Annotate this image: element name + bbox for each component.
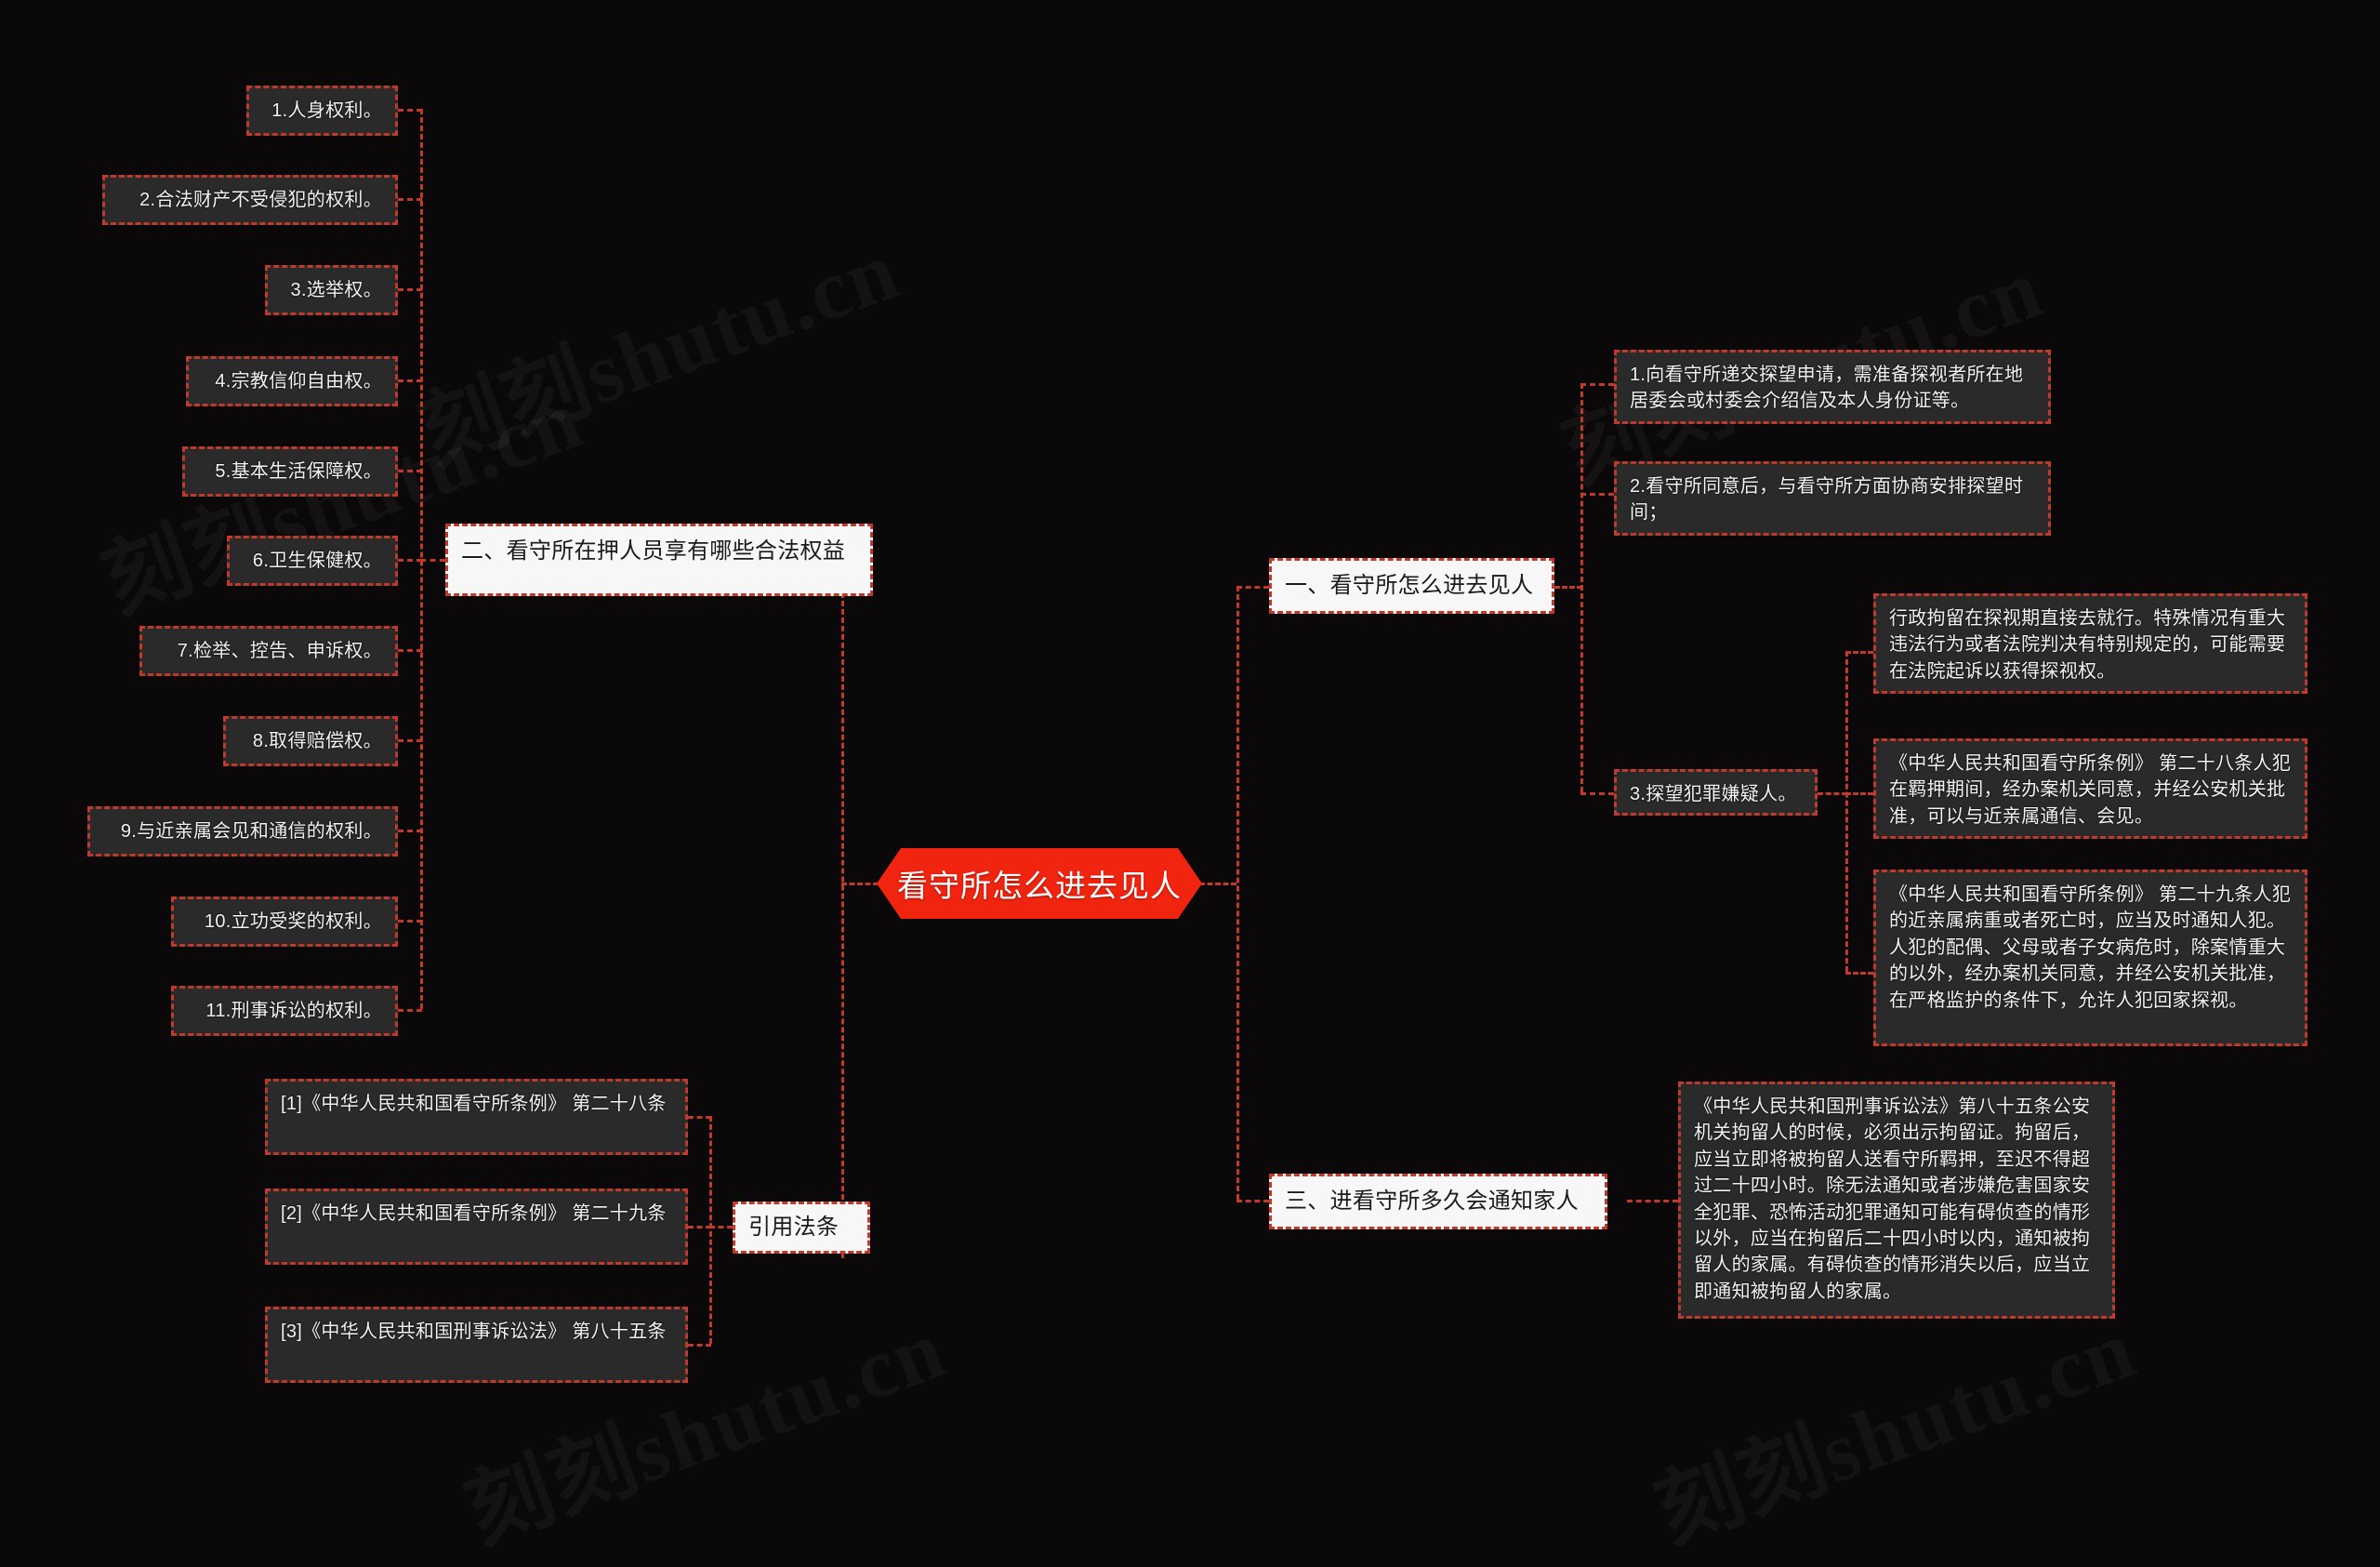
rights-item-6[interactable]: 6.卫生保健权。	[227, 536, 398, 587]
connector	[1845, 651, 1873, 654]
connector	[398, 470, 422, 472]
connector	[1236, 586, 1269, 589]
connector	[398, 649, 422, 652]
visit-sub-item-3[interactable]: 《中华人民共和国看守所条例》 第二十九条人犯的近亲属病重或者死亡时，应当及时通知…	[1873, 870, 2307, 1046]
connector	[398, 559, 422, 562]
watermark: 刻刻shutu.cn	[400, 201, 913, 488]
connector	[841, 559, 844, 1258]
visit-sub-item-1[interactable]: 行政拘留在探视期直接去就行。特殊情况有重大违法行为或者法院判决有特别规定的，可能…	[1873, 593, 2307, 694]
rights-item-5[interactable]: 5.基本生活保障权。	[182, 446, 398, 498]
notify-item-1[interactable]: 《中华人民共和国刑事诉讼法》第八十五条公安机关拘留人的时候，必须出示拘留证。拘留…	[1678, 1082, 2115, 1319]
connector	[1554, 586, 1582, 589]
connector	[1580, 383, 1583, 792]
branch-citations-title[interactable]: 引用法条	[733, 1202, 870, 1254]
connector	[1845, 651, 1848, 972]
connector	[1845, 972, 1873, 975]
rights-item-2[interactable]: 2.合法财产不受侵犯的权利。	[102, 175, 398, 226]
rights-item-1[interactable]: 1.人身权利。	[246, 86, 398, 137]
connector	[709, 1116, 712, 1344]
connector	[1236, 586, 1239, 1200]
rights-item-7[interactable]: 7.检举、控告、申诉权。	[139, 626, 398, 677]
visit-item-2[interactable]: 2.看守所同意后，与看守所方面协商安排探望时间；	[1614, 461, 2051, 536]
connector	[420, 109, 423, 1009]
rights-item-4[interactable]: 4.宗教信仰自由权。	[186, 356, 398, 407]
branch-notify-title[interactable]: 三、进看守所多久会通知家人	[1269, 1174, 1607, 1229]
citation-item-1[interactable]: [1]《中华人民共和国看守所条例》 第二十八条	[265, 1079, 688, 1155]
connector	[688, 1226, 711, 1228]
connector	[1845, 792, 1873, 795]
watermark: 刻刻shutu.cn	[1636, 1280, 2149, 1567]
connector	[420, 559, 445, 562]
visit-item-3[interactable]: 3.探望犯罪嫌疑人。	[1614, 769, 1818, 816]
connector	[688, 1116, 711, 1119]
branch-rights-title[interactable]: 二、看守所在押人员享有哪些合法权益	[445, 524, 873, 596]
connector	[398, 109, 422, 112]
rights-item-3[interactable]: 3.选举权。	[265, 265, 398, 316]
connector	[1199, 883, 1236, 885]
connector	[398, 1009, 422, 1012]
visit-sub-item-2[interactable]: 《中华人民共和国看守所条例》 第二十八条人犯在羁押期间，经办案机关同意，并经公安…	[1873, 738, 2307, 839]
connector	[398, 739, 422, 742]
connector	[398, 288, 422, 291]
visit-item-1[interactable]: 1.向看守所递交探望申请，需准备探视者所在地居委会或村委会介绍信及本人身份证等。	[1614, 350, 2051, 424]
connector	[1580, 792, 1614, 795]
connector	[398, 830, 422, 832]
citation-item-3[interactable]: [3]《中华人民共和国刑事诉讼法》 第八十五条	[265, 1307, 688, 1383]
citation-item-2[interactable]: [2]《中华人民共和国看守所条例》 第二十九条	[265, 1189, 688, 1265]
connector	[1818, 792, 1847, 795]
connector	[1580, 383, 1614, 386]
rights-item-10[interactable]: 10.立功受奖的权利。	[171, 896, 398, 948]
connector	[398, 920, 422, 923]
rights-item-8[interactable]: 8.取得赔偿权。	[223, 716, 398, 767]
connector	[398, 379, 422, 382]
connector	[398, 198, 422, 201]
root-node[interactable]: 看守所怎么进去见人	[877, 848, 1202, 919]
connector	[709, 1226, 733, 1228]
connector	[1627, 1200, 1678, 1202]
connector	[1580, 493, 1614, 496]
connector	[841, 883, 879, 885]
branch-visit-title[interactable]: 一、看守所怎么进去见人	[1269, 558, 1554, 614]
connector	[1236, 1200, 1269, 1202]
connector	[688, 1344, 711, 1347]
mindmap-canvas: 刻刻shutu.cn 刻刻shutu.cn 刻刻shutu.cn 刻刻shutu…	[0, 0, 2380, 1560]
rights-item-11[interactable]: 11.刑事诉讼的权利。	[171, 986, 398, 1037]
rights-item-9[interactable]: 9.与近亲属会见和通信的权利。	[87, 806, 398, 857]
